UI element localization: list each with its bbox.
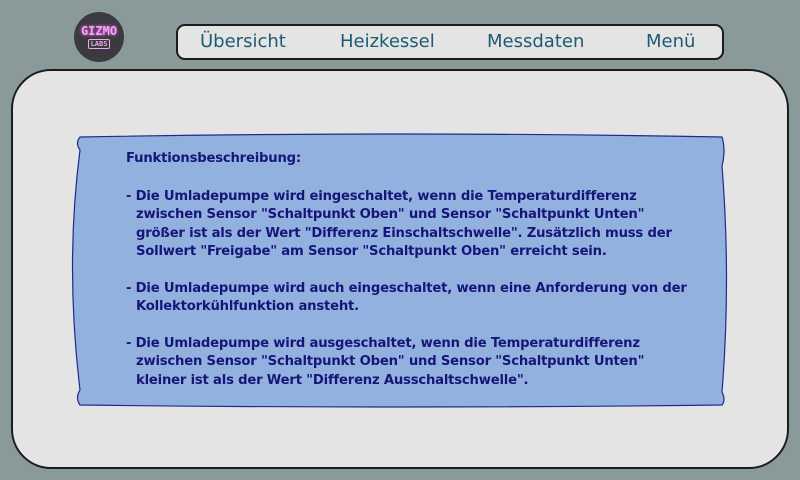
description-paragraph-1: - Die Umladepumpe wird eingeschaltet, we… [126, 188, 672, 260]
description-heading: Funktionsbeschreibung: [126, 151, 301, 166]
description-paragraph-3: - Die Umladepumpe wird ausgeschaltet, we… [126, 335, 645, 388]
description-paragraph-2: - Die Umladepumpe wird auch eingeschalte… [126, 280, 687, 315]
function-description: Funktionsbeschreibung: - Die Umladepumpe… [126, 150, 696, 408]
